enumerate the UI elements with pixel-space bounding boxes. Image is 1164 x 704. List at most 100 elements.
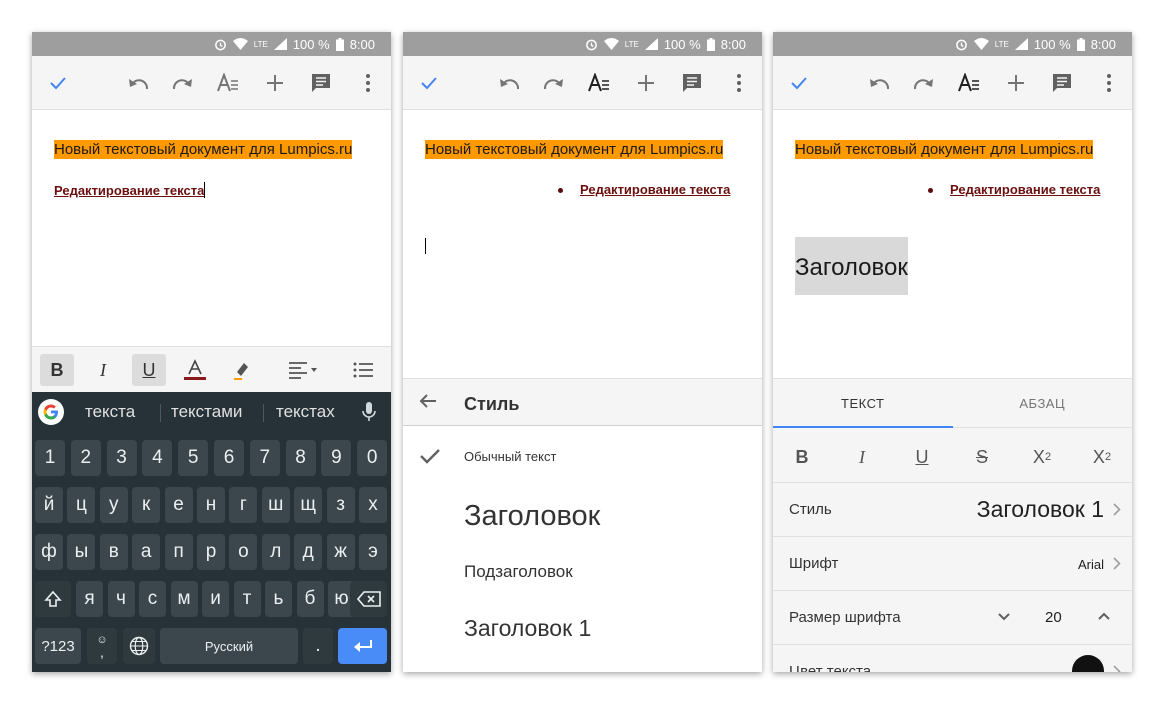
- symbols-key[interactable]: ?123: [35, 628, 81, 664]
- globe-icon[interactable]: [123, 628, 155, 664]
- arrow-back-icon[interactable]: [419, 393, 437, 414]
- text-format-icon[interactable]: [581, 65, 617, 101]
- more-icon[interactable]: [350, 65, 386, 101]
- key-щ[interactable]: щ: [294, 487, 323, 523]
- suggestion-1[interactable]: текста: [85, 402, 135, 422]
- key-м[interactable]: м: [170, 581, 198, 617]
- key-ш[interactable]: ш: [261, 487, 290, 523]
- suggestion-3[interactable]: текстах: [276, 402, 335, 422]
- key-5[interactable]: 5: [178, 440, 209, 476]
- key-о[interactable]: о: [229, 534, 258, 570]
- key-4[interactable]: 4: [142, 440, 173, 476]
- superscript-button[interactable]: X2: [1022, 442, 1062, 472]
- style-option-subtitle[interactable]: Подзаголовок: [464, 562, 573, 582]
- google-g-icon[interactable]: [38, 399, 64, 425]
- selected-heading[interactable]: Заголовок: [795, 237, 908, 295]
- chevron-down-icon[interactable]: [997, 609, 1011, 627]
- emoji-comma-key[interactable]: ☺,: [87, 628, 117, 664]
- align-menu-icon[interactable]: [284, 354, 324, 386]
- redo-icon[interactable]: [906, 65, 942, 101]
- key-п[interactable]: п: [164, 534, 193, 570]
- key-а[interactable]: а: [132, 534, 161, 570]
- key-в[interactable]: в: [99, 534, 128, 570]
- text-color-button[interactable]: [178, 354, 212, 386]
- redo-icon[interactable]: [165, 65, 201, 101]
- key-ж[interactable]: ж: [326, 534, 355, 570]
- key-р[interactable]: р: [197, 534, 225, 570]
- bold-button[interactable]: B: [40, 354, 74, 386]
- key-н[interactable]: н: [197, 487, 225, 523]
- insert-icon[interactable]: [257, 65, 293, 101]
- undo-icon[interactable]: [861, 65, 897, 101]
- subscript-button[interactable]: X2: [1082, 442, 1122, 472]
- style-row[interactable]: Стиль Заголовок 1: [773, 482, 1132, 536]
- italic-button[interactable]: I: [842, 442, 882, 472]
- undo-icon[interactable]: [491, 65, 527, 101]
- key-ф[interactable]: ф: [35, 534, 63, 570]
- tab-text[interactable]: ТЕКСТ: [773, 379, 953, 427]
- color-swatch[interactable]: [1072, 655, 1104, 672]
- period-key[interactable]: .: [303, 628, 333, 664]
- more-icon[interactable]: [1091, 65, 1127, 101]
- redo-icon[interactable]: [536, 65, 572, 101]
- key-2[interactable]: 2: [70, 440, 101, 476]
- key-0[interactable]: 0: [357, 440, 388, 476]
- text-color-row[interactable]: Цвет текста: [773, 644, 1132, 672]
- strikethrough-button[interactable]: S: [962, 442, 1002, 472]
- check-icon[interactable]: [411, 65, 447, 101]
- highlight-icon[interactable]: [225, 354, 259, 386]
- shift-icon[interactable]: [35, 581, 71, 617]
- key-ы[interactable]: ы: [67, 534, 96, 570]
- key-т[interactable]: т: [233, 581, 261, 617]
- key-ц[interactable]: ц: [67, 487, 96, 523]
- font-row[interactable]: Шрифт Arial: [773, 536, 1132, 590]
- backspace-icon[interactable]: [350, 581, 387, 617]
- key-с[interactable]: с: [139, 581, 166, 617]
- bold-button[interactable]: B: [782, 442, 822, 472]
- key-ь[interactable]: ь: [265, 581, 292, 617]
- key-у[interactable]: у: [99, 487, 128, 523]
- comment-icon[interactable]: [674, 65, 710, 101]
- suggestion-2[interactable]: текстами: [171, 402, 242, 422]
- key-д[interactable]: д: [294, 534, 323, 570]
- key-9[interactable]: 9: [321, 440, 352, 476]
- insert-icon[interactable]: [628, 65, 664, 101]
- underline-button[interactable]: U: [902, 442, 942, 472]
- key-7[interactable]: 7: [249, 440, 280, 476]
- style-option-title[interactable]: Заголовок: [464, 500, 600, 533]
- enter-key[interactable]: [338, 628, 387, 664]
- mic-icon[interactable]: [362, 402, 376, 427]
- key-л[interactable]: л: [261, 534, 290, 570]
- undo-icon[interactable]: [120, 65, 156, 101]
- comment-icon[interactable]: [303, 65, 339, 101]
- insert-icon[interactable]: [998, 65, 1034, 101]
- underline-button[interactable]: U: [132, 354, 166, 386]
- key-б[interactable]: б: [296, 581, 324, 617]
- check-icon[interactable]: [40, 65, 76, 101]
- check-icon[interactable]: [781, 65, 817, 101]
- style-option-normal[interactable]: Обычный текст: [464, 449, 556, 464]
- text-format-icon[interactable]: [210, 65, 246, 101]
- key-е[interactable]: е: [164, 487, 193, 523]
- text-format-icon[interactable]: [951, 65, 987, 101]
- key-э[interactable]: э: [359, 534, 387, 570]
- key-и[interactable]: и: [202, 581, 229, 617]
- key-1[interactable]: 1: [35, 440, 65, 476]
- key-к[interactable]: к: [132, 487, 161, 523]
- key-я[interactable]: я: [76, 581, 103, 617]
- tab-paragraph[interactable]: АБЗАЦ: [953, 379, 1133, 427]
- more-icon[interactable]: [721, 65, 757, 101]
- key-х[interactable]: х: [359, 487, 387, 523]
- style-option-heading1[interactable]: Заголовок 1: [464, 615, 591, 642]
- comment-icon[interactable]: [1044, 65, 1080, 101]
- key-3[interactable]: 3: [106, 440, 137, 476]
- key-6[interactable]: 6: [214, 440, 244, 476]
- italic-button[interactable]: I: [86, 354, 120, 386]
- key-й[interactable]: й: [35, 487, 63, 523]
- key-г[interactable]: г: [229, 487, 258, 523]
- chevron-up-icon[interactable]: [1097, 608, 1111, 626]
- key-ч[interactable]: ч: [107, 581, 135, 617]
- key-з[interactable]: з: [326, 487, 355, 523]
- space-key[interactable]: Русский: [160, 628, 298, 664]
- key-8[interactable]: 8: [285, 440, 316, 476]
